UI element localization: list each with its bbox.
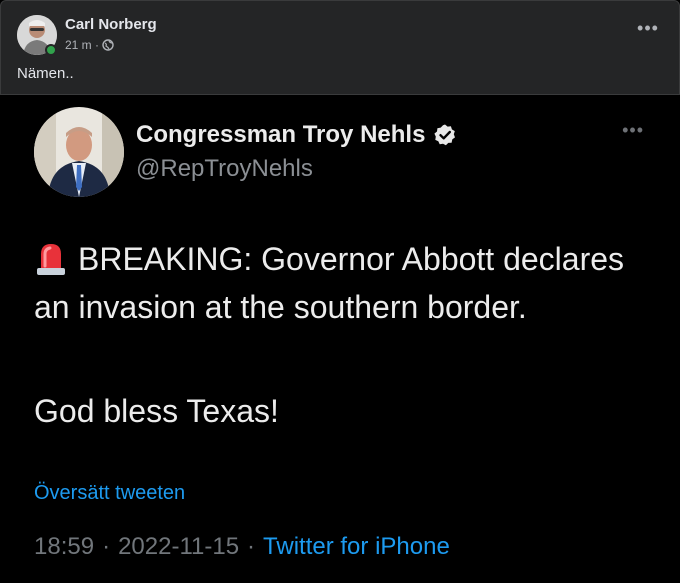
tweet-more-icon: ••• xyxy=(622,120,644,140)
online-status-indicator xyxy=(45,44,57,56)
post-time[interactable]: 21 m · xyxy=(65,38,99,52)
tweet-source-link: Twitter for iPhone xyxy=(263,533,450,560)
globe-icon[interactable] xyxy=(102,39,114,51)
post-author-name[interactable]: Carl Norberg xyxy=(65,16,157,33)
tweet-avatar xyxy=(34,107,124,197)
tweet-body-line2: God bless Texas! xyxy=(34,393,279,429)
tweet-body: BREAKING: Governor Abbott declares an in… xyxy=(34,235,654,331)
more-options-icon[interactable]: ••• xyxy=(635,19,661,45)
display-name-text: Congressman Troy Nehls xyxy=(136,121,426,148)
post-meta: 21 m · xyxy=(65,38,114,52)
tweet-screenshot: Congressman Troy Nehls @RepTroyNehls •••… xyxy=(0,95,680,583)
tweet-footer: 18:59 · 2022-11-15 · Twitter for iPhone xyxy=(34,533,450,561)
tweet-time: 18:59 xyxy=(34,533,95,560)
separator: · xyxy=(247,533,256,560)
tweet-body-text: BREAKING: Governor Abbott declares an in… xyxy=(34,241,625,325)
separator: · xyxy=(102,533,111,560)
post-text: Nämen.. xyxy=(17,65,74,82)
siren-icon xyxy=(37,244,65,275)
tweet-date: 2022-11-15 xyxy=(118,533,240,560)
verified-badge-icon xyxy=(434,124,456,146)
facebook-post-header: Carl Norberg 21 m · ••• Nämen.. xyxy=(0,0,680,95)
translate-tweet-link[interactable]: Översätt tweeten xyxy=(34,482,185,505)
tweet-handle: @RepTroyNehls xyxy=(136,155,313,182)
tweet-display-name: Congressman Troy Nehls xyxy=(136,121,457,149)
